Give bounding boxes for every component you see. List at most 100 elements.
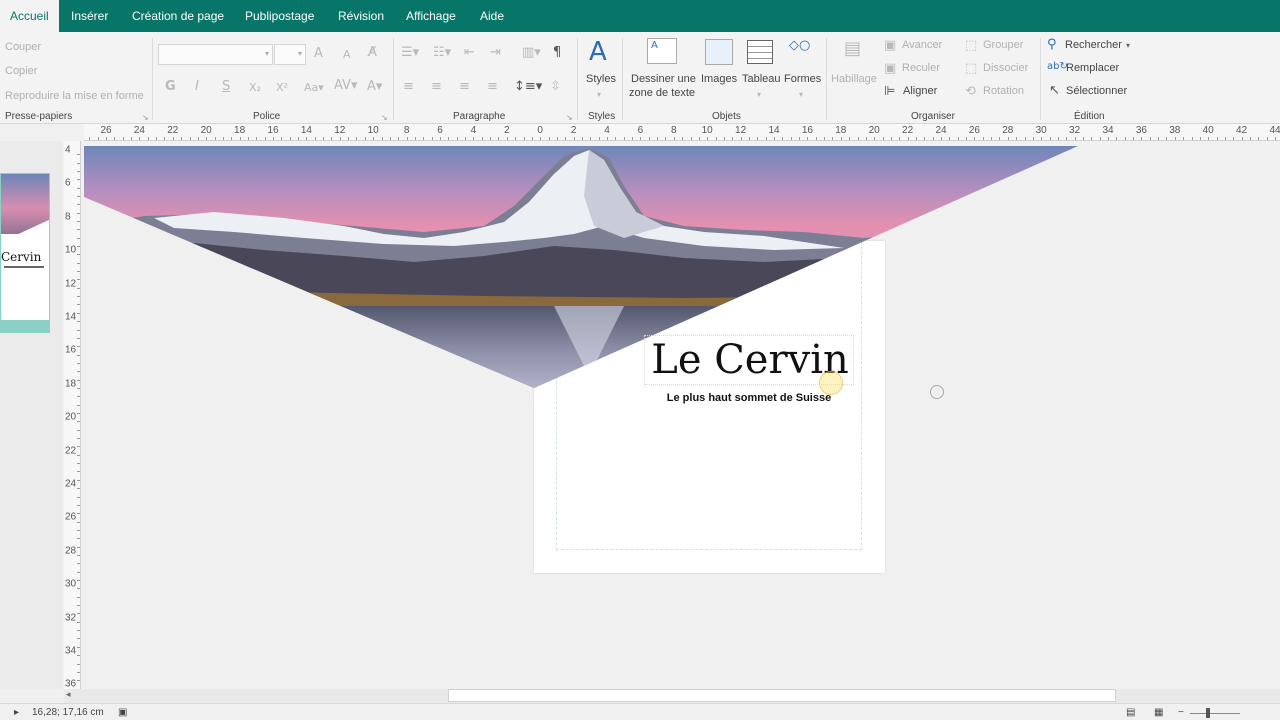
zoom-slider[interactable] bbox=[1190, 713, 1240, 714]
two-page-view-icon[interactable]: ▦ bbox=[1154, 707, 1163, 718]
search-icon[interactable]: ⚲ bbox=[1047, 38, 1057, 52]
font-size-combo[interactable]: ▾ bbox=[274, 44, 306, 65]
group-objects-button[interactable]: Grouper bbox=[983, 39, 1023, 51]
ruler-label: 12 bbox=[65, 278, 77, 290]
images-button[interactable]: Images bbox=[701, 73, 737, 85]
chevron-down-icon[interactable]: ▾ bbox=[597, 88, 601, 102]
underline-icon[interactable]: S bbox=[222, 80, 230, 94]
pilcrow-icon[interactable]: ¶ bbox=[553, 46, 561, 60]
align-center-icon[interactable]: ≡ bbox=[431, 80, 442, 94]
tab-publipostage[interactable]: Publipostage bbox=[245, 0, 314, 32]
italic-icon[interactable]: I bbox=[195, 80, 199, 94]
rotate-button[interactable]: Rotation bbox=[983, 85, 1024, 97]
mouse-cursor-highlight bbox=[819, 371, 843, 395]
styles-icon[interactable]: A bbox=[589, 38, 607, 66]
ruler-tick bbox=[256, 137, 257, 140]
matterhorn-photo[interactable] bbox=[84, 146, 1084, 396]
columns-icon[interactable]: ▥▾ bbox=[522, 46, 541, 60]
decrease-indent-icon[interactable]: ⇤ bbox=[464, 46, 475, 60]
tab-inserer[interactable]: Insérer bbox=[71, 0, 108, 32]
ruler-tick bbox=[77, 647, 80, 648]
images-icon[interactable] bbox=[705, 39, 733, 65]
draw-text-box-label-2[interactable]: zone de texte bbox=[629, 87, 695, 99]
paragraph-spacing-icon[interactable]: ⇳ bbox=[550, 80, 561, 94]
play-icon[interactable]: ▸ bbox=[14, 707, 19, 718]
vertical-ruler[interactable]: 4 6 8 10 12 14 16 18 20 22 24 26 28 30 32 34 36 bbox=[64, 141, 81, 689]
numbering-icon[interactable]: ☷▾ bbox=[433, 46, 451, 60]
align-right-icon[interactable]: ≡ bbox=[459, 80, 470, 94]
chevron-down-icon[interactable]: ▾ bbox=[757, 88, 761, 102]
tab-aide[interactable]: Aide bbox=[480, 0, 504, 32]
zoom-out-icon[interactable]: − bbox=[1178, 707, 1184, 718]
align-left-icon[interactable]: ≡ bbox=[403, 80, 414, 94]
tab-accueil[interactable]: Accueil bbox=[0, 0, 59, 32]
ruler-tick bbox=[123, 137, 124, 140]
increase-indent-icon[interactable]: ⇥ bbox=[490, 46, 501, 60]
clipboard-launcher-icon[interactable]: ↘ bbox=[142, 113, 149, 122]
bold-icon[interactable]: G bbox=[165, 80, 176, 94]
send-backward-button[interactable]: Reculer bbox=[902, 62, 940, 74]
select-button[interactable]: Sélectionner bbox=[1066, 85, 1127, 97]
chevron-down-icon[interactable]: ▾ bbox=[799, 88, 803, 102]
tab-creation-de-page[interactable]: Création de page bbox=[132, 0, 224, 32]
change-case-icon[interactable]: Aa▾ bbox=[304, 81, 324, 95]
draw-text-box-label-1[interactable]: Dessiner une bbox=[631, 73, 696, 85]
character-spacing-icon[interactable]: AV▾ bbox=[334, 79, 357, 93]
font-color-icon[interactable]: A▾ bbox=[367, 80, 382, 94]
zoom-slider-thumb[interactable] bbox=[1206, 708, 1210, 718]
paragraph-launcher-icon[interactable]: ↘ bbox=[566, 113, 573, 122]
ruler-tick bbox=[1208, 137, 1209, 140]
text-box-icon[interactable]: A bbox=[647, 38, 677, 64]
scrollbar-thumb[interactable] bbox=[448, 689, 1116, 702]
single-page-view-icon[interactable]: ▤ bbox=[1126, 707, 1135, 718]
rotate-icon[interactable]: ⟲ bbox=[965, 85, 976, 99]
shrink-font-icon[interactable]: A bbox=[343, 48, 351, 62]
superscript-icon[interactable]: X² bbox=[276, 81, 288, 95]
document-canvas[interactable]: Le Cervin Le plus haut sommet de Suisse bbox=[84, 141, 1280, 689]
justify-icon[interactable]: ≡ bbox=[487, 80, 498, 94]
page-thumbnail[interactable]: Cervin bbox=[0, 173, 50, 333]
grow-font-icon[interactable]: A bbox=[314, 47, 323, 61]
bring-forward-icon[interactable]: ▣ bbox=[884, 39, 896, 53]
subscript-icon[interactable]: X₂ bbox=[249, 81, 261, 95]
font-launcher-icon[interactable]: ↘ bbox=[381, 113, 388, 122]
cut-button[interactable]: Couper bbox=[5, 41, 41, 53]
table-icon[interactable] bbox=[747, 40, 773, 64]
styles-button[interactable]: Styles bbox=[586, 73, 616, 85]
tab-revision[interactable]: Révision bbox=[338, 0, 384, 32]
align-objects-button[interactable]: Aligner bbox=[903, 85, 937, 97]
ruler-tick bbox=[482, 137, 483, 140]
align-objects-icon[interactable]: ⊫ bbox=[884, 85, 895, 99]
line-spacing-icon[interactable]: ↕≡▾ bbox=[514, 80, 542, 94]
copy-button[interactable]: Copier bbox=[5, 65, 37, 77]
bullets-icon[interactable]: ☰▾ bbox=[401, 46, 419, 60]
ruler-label: 8 bbox=[65, 211, 71, 223]
font-name-combo[interactable]: ▾ bbox=[158, 44, 273, 65]
select-cursor-icon[interactable]: ↖ bbox=[1049, 84, 1060, 98]
ungroup-objects-icon[interactable]: ⬚ bbox=[965, 62, 977, 76]
bring-forward-button[interactable]: Avancer bbox=[902, 39, 942, 51]
find-button[interactable]: Rechercher bbox=[1065, 39, 1122, 51]
tab-affichage[interactable]: Affichage bbox=[406, 0, 456, 32]
wrap-text-button[interactable]: Habillage bbox=[831, 73, 877, 85]
replace-button[interactable]: Remplacer bbox=[1066, 62, 1119, 74]
wrap-text-icon[interactable]: ▤ bbox=[844, 40, 861, 58]
ungroup-objects-button[interactable]: Dissocier bbox=[983, 62, 1028, 74]
table-button[interactable]: Tableau bbox=[742, 73, 781, 85]
shapes-button[interactable]: Formes bbox=[784, 73, 821, 85]
group-objects-icon[interactable]: ⬚ bbox=[965, 39, 977, 53]
ruler-tick bbox=[77, 238, 80, 239]
horizontal-ruler[interactable]: 26 24 22 20 18 16 14 12 10 8 6 4 2 0 2 4 6 8 10 12 14 16 18 20 2… bbox=[84, 124, 1280, 141]
ruler-label: 32 bbox=[65, 612, 77, 624]
document-subtitle[interactable]: Le plus haut sommet de Suisse bbox=[644, 392, 854, 404]
ruler-tick bbox=[465, 137, 466, 140]
ruler-tick bbox=[749, 137, 750, 140]
send-backward-icon[interactable]: ▣ bbox=[884, 62, 896, 76]
chevron-down-icon[interactable]: ▾ bbox=[1126, 39, 1130, 53]
replace-icon[interactable]: ab↻ bbox=[1047, 60, 1068, 74]
scroll-left-icon[interactable]: ◂ bbox=[66, 689, 71, 700]
clear-formatting-icon[interactable]: A̸ bbox=[368, 46, 377, 60]
shapes-icon[interactable]: ◇○ bbox=[789, 39, 817, 65]
format-painter-button[interactable]: Reproduire la mise en forme bbox=[5, 90, 144, 102]
horizontal-scrollbar[interactable]: ◂ bbox=[64, 689, 1280, 703]
